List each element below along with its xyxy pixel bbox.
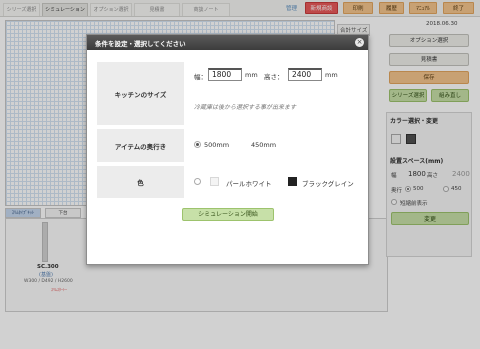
close-icon[interactable]: ×	[355, 38, 364, 47]
color-white-radio[interactable]	[194, 178, 201, 185]
dialog-header: 条件を設定・選択してください ×	[87, 35, 368, 50]
fridge-note: 冷蔵庫は後から選択する事が出来ます	[194, 104, 297, 111]
black-grain-chip	[288, 177, 297, 186]
color-label: 色	[97, 166, 184, 198]
depth-450mm-label: 450mm	[251, 141, 277, 149]
kitchen-size-label: キッチンのサイズ	[97, 62, 184, 125]
width-unit: mm	[245, 71, 258, 79]
height-unit: mm	[325, 71, 338, 79]
start-simulation-button[interactable]: シミュレーション開始	[182, 208, 274, 221]
dialog-title: 条件を設定・選択してください	[95, 40, 186, 48]
condition-dialog: 条件を設定・選択してください × キッチンのサイズ 幅： 1800 mm 高さ：…	[86, 34, 369, 265]
depth-500mm-label: 500mm	[204, 141, 230, 149]
depth-500mm-radio[interactable]	[194, 141, 201, 148]
pearl-white-label: パールホワイト	[226, 180, 272, 188]
dialog-body: キッチンのサイズ 幅： 1800 mm 高さ： 2400 mm 冷蔵庫は後から選…	[87, 50, 368, 264]
item-depth-row: 500mm 450mm	[184, 129, 359, 162]
height-input[interactable]: 2400	[288, 68, 322, 81]
height-label: 高さ：	[264, 73, 284, 81]
width-input[interactable]: 1800	[208, 68, 242, 81]
pearl-white-chip	[210, 177, 219, 186]
color-row: パールホワイト ブラックグレイン	[184, 166, 359, 198]
item-depth-label: アイテムの奥行き	[97, 129, 184, 162]
black-grain-label: ブラックグレイン	[302, 180, 354, 188]
width-label: 幅：	[194, 73, 207, 81]
kitchen-size-row: 幅： 1800 mm 高さ： 2400 mm 冷蔵庫は後から選択する事が出来ます	[184, 62, 359, 125]
